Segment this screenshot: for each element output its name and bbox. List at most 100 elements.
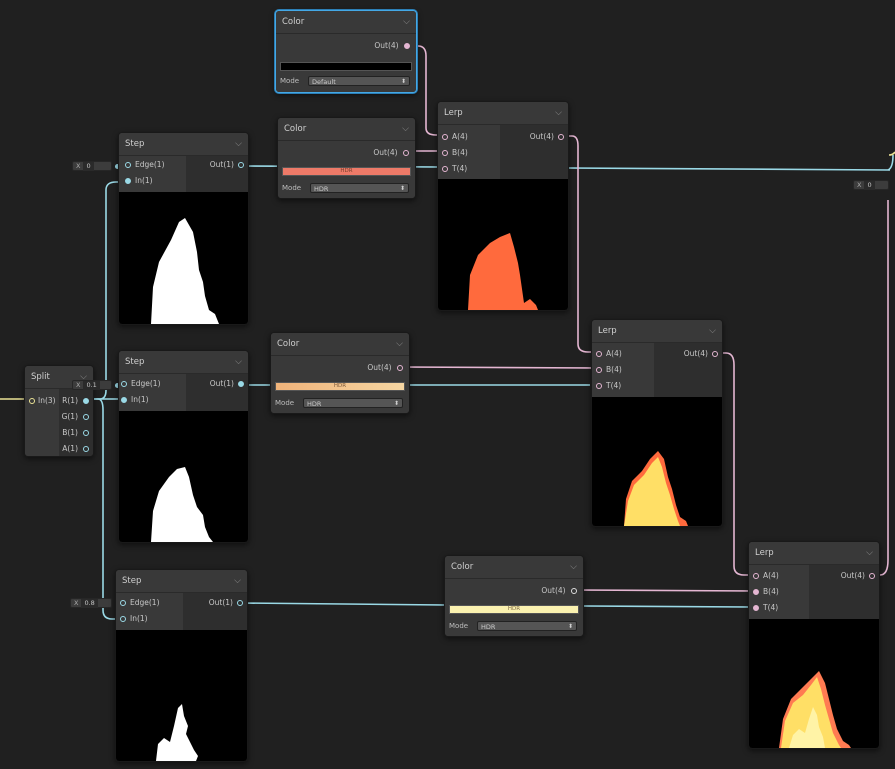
port-pin-icon[interactable]: [125, 178, 131, 184]
step3-edge-input[interactable]: X 0.8: [70, 598, 120, 608]
chevron-down-icon[interactable]: ⌵: [570, 556, 577, 578]
lerp-node-1[interactable]: Lerp ⌵ A(4) B(4) T(4) Out(4): [437, 101, 569, 311]
node-header[interactable]: Lerp ⌵: [749, 542, 879, 565]
port-pin-icon[interactable]: [83, 430, 89, 436]
port-pin-icon[interactable]: [121, 381, 127, 387]
color-swatch[interactable]: [280, 62, 412, 71]
node-header[interactable]: Color ⌵: [278, 118, 415, 141]
lerp-node-3[interactable]: Lerp ⌵ A(4) B(4) T(4) Out(4): [748, 541, 880, 749]
output-port-g[interactable]: G(1): [62, 410, 89, 424]
port-pin-icon[interactable]: [83, 446, 89, 452]
port-pin-icon[interactable]: [869, 573, 875, 579]
mode-dropdown[interactable]: HDR ⬍: [477, 621, 577, 631]
output-port-b[interactable]: B(1): [62, 426, 89, 440]
color-node-black[interactable]: Color ⌵ Out(4) Mode Default ⬍: [275, 10, 417, 93]
input-port-t[interactable]: T(4): [753, 601, 778, 615]
port-pin-icon[interactable]: [596, 383, 602, 389]
node-header[interactable]: Color ⌵: [271, 333, 409, 356]
port-pin-icon[interactable]: [120, 616, 126, 622]
output-port[interactable]: Out(4): [373, 146, 409, 160]
input-port-b[interactable]: B(4): [753, 585, 779, 599]
port-pin-icon[interactable]: [442, 166, 448, 172]
input-port-in[interactable]: In(1): [125, 174, 153, 188]
chevron-down-icon[interactable]: ⌵: [234, 570, 241, 592]
mode-dropdown[interactable]: HDR ⬍: [310, 183, 409, 193]
output-port[interactable]: Out(4): [841, 569, 875, 583]
node-header[interactable]: Color ⌵: [445, 556, 583, 579]
chevron-down-icon[interactable]: ⌵: [235, 351, 242, 373]
chevron-down-icon[interactable]: ⌵: [403, 11, 410, 33]
port-pin-icon[interactable]: [238, 381, 244, 387]
step2-edge-input[interactable]: X 0.1: [72, 380, 120, 390]
color-node-red[interactable]: Color ⌵ Out(4) HDR Mode HDR ⬍: [277, 117, 416, 199]
step-node-1[interactable]: Step ⌵ Edge(1) In(1) Out(1): [118, 132, 249, 325]
step-node-3[interactable]: Step ⌵ Edge(1) In(1) Out(1): [115, 569, 248, 762]
port-pin-icon[interactable]: [237, 600, 243, 606]
color-node-yellow[interactable]: Color ⌵ Out(4) HDR Mode HDR ⬍: [444, 555, 584, 637]
node-header[interactable]: Color ⌵: [276, 11, 416, 34]
node-header[interactable]: Lerp ⌵: [438, 102, 568, 125]
port-pin-icon[interactable]: [397, 365, 403, 371]
port-pin-icon[interactable]: [125, 162, 131, 168]
input-port-a[interactable]: A(4): [596, 347, 622, 361]
chevron-down-icon[interactable]: ⌵: [866, 542, 873, 564]
port-pin-icon[interactable]: [403, 150, 409, 156]
node-header[interactable]: Step ⌵: [116, 570, 247, 593]
chevron-down-icon[interactable]: ⌵: [235, 133, 242, 155]
port-pin-icon[interactable]: [120, 600, 126, 606]
port-pin-icon[interactable]: [571, 588, 577, 594]
graph-canvas[interactable]: Color ⌵ Out(4) Mode Default ⬍ Color ⌵ Ou…: [0, 0, 895, 769]
color-node-orange[interactable]: Color ⌵ Out(4) HDR Mode HDR ⬍: [270, 332, 410, 414]
port-pin-icon[interactable]: [29, 398, 35, 404]
color-swatch[interactable]: HDR: [449, 605, 579, 614]
input-port-in[interactable]: In(1): [120, 612, 148, 626]
node-header[interactable]: Step ⌵: [119, 133, 248, 156]
input-port-b[interactable]: B(4): [596, 363, 622, 377]
port-pin-icon[interactable]: [596, 367, 602, 373]
output-port[interactable]: Out(1): [209, 596, 243, 610]
port-pin-icon[interactable]: [121, 397, 127, 403]
node-header[interactable]: Step ⌵: [119, 351, 248, 374]
mode-dropdown[interactable]: HDR ⬍: [303, 398, 403, 408]
chevron-down-icon[interactable]: ⌵: [709, 320, 716, 342]
port-pin-icon[interactable]: [404, 43, 410, 49]
output-port[interactable]: Out(4): [541, 584, 577, 598]
node-header[interactable]: Lerp ⌵: [592, 320, 722, 343]
port-pin-icon[interactable]: [712, 351, 718, 357]
step1-edge-input[interactable]: X0: [72, 161, 120, 171]
input-port-t[interactable]: T(4): [442, 162, 467, 176]
port-pin-icon[interactable]: [442, 150, 448, 156]
chevron-down-icon[interactable]: ⌵: [402, 118, 409, 140]
port-pin-icon[interactable]: [753, 589, 759, 595]
split-node[interactable]: Split ⌵ In(3) R(1) G(1) B(1) A(1): [24, 365, 94, 457]
color-swatch[interactable]: HDR: [275, 382, 405, 391]
output-port[interactable]: Out(4): [367, 361, 403, 375]
port-pin-icon[interactable]: [83, 414, 89, 420]
output-port[interactable]: Out(1): [210, 158, 244, 172]
output-port[interactable]: Out(1): [210, 377, 244, 391]
output-port[interactable]: Out(4): [374, 39, 410, 53]
port-pin-icon[interactable]: [558, 134, 564, 140]
port-pin-icon[interactable]: [753, 605, 759, 611]
output-port-a[interactable]: A(1): [62, 442, 89, 456]
input-port-edge[interactable]: Edge(1): [121, 377, 161, 391]
input-port-b[interactable]: B(4): [442, 146, 468, 160]
output-port[interactable]: Out(4): [530, 130, 564, 144]
chevron-down-icon[interactable]: ⌵: [555, 102, 562, 124]
output-port[interactable]: Out(4): [684, 347, 718, 361]
chevron-down-icon[interactable]: ⌵: [396, 333, 403, 355]
output-port-r[interactable]: R(1): [62, 394, 89, 408]
input-port-t[interactable]: T(4): [596, 379, 621, 393]
lerp-node-2[interactable]: Lerp ⌵ A(4) B(4) T(4) Out(4): [591, 319, 723, 527]
input-port-a[interactable]: A(4): [753, 569, 779, 583]
port-pin-icon[interactable]: [753, 573, 759, 579]
port-pin-icon[interactable]: [442, 134, 448, 140]
step-node-2[interactable]: Step ⌵ Edge(1) In(1) Out(1): [118, 350, 249, 543]
input-port-in[interactable]: In(1): [121, 393, 149, 407]
port-pin-icon[interactable]: [238, 162, 244, 168]
input-port-edge[interactable]: Edge(1): [125, 158, 165, 172]
port-pin-icon[interactable]: [83, 398, 89, 404]
right-float-input[interactable]: X0: [853, 180, 889, 190]
port-pin-icon[interactable]: [596, 351, 602, 357]
mode-dropdown[interactable]: Default ⬍: [308, 76, 410, 86]
